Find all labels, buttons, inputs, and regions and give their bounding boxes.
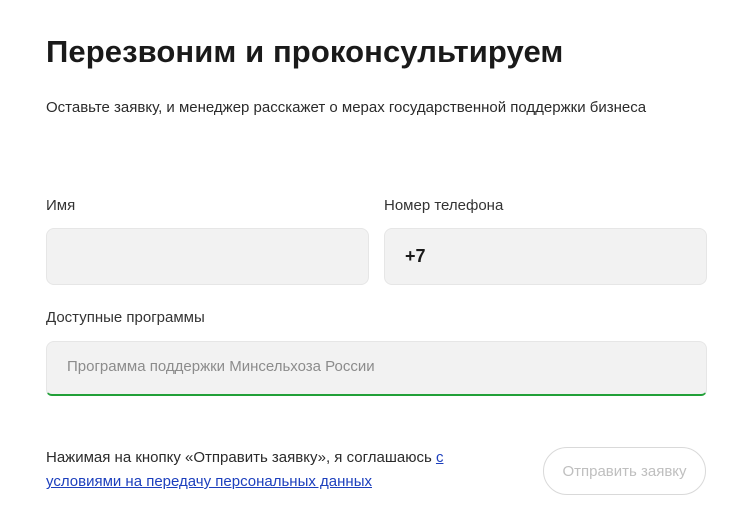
submit-request-button[interactable]: Отправить заявку [543, 447, 706, 495]
callback-form: Перезвоним и проконсультируем Оставьте з… [0, 0, 732, 514]
programs-select-value: Программа поддержки Минсельхоза России [67, 358, 375, 375]
programs-select[interactable]: Программа поддержки Минсельхоза России [46, 341, 707, 396]
programs-field-label: Доступные программы [46, 309, 205, 326]
name-input[interactable] [47, 229, 368, 284]
phone-input[interactable] [385, 229, 706, 284]
phone-field-wrapper [384, 228, 707, 285]
consent-text: Нажимая на кнопку «Отправить заявку», я … [46, 446, 496, 494]
consent-text-prefix: Нажимая на кнопку «Отправить заявку», я … [46, 449, 436, 466]
form-title: Перезвоним и проконсультируем [46, 34, 564, 69]
name-field-label: Имя [46, 197, 76, 214]
name-field-wrapper [46, 228, 369, 285]
form-subtitle: Оставьте заявку, и менеджер расскажет о … [46, 99, 647, 116]
phone-field-label: Номер телефона [384, 197, 504, 214]
